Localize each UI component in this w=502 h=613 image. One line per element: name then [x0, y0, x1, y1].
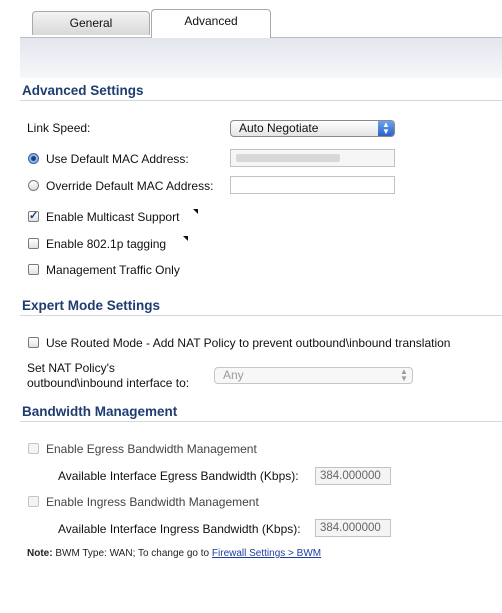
tagging-label: Enable 802.1p tagging: [46, 237, 167, 251]
link-speed-label: Link Speed:: [27, 121, 91, 135]
section-divider: [20, 421, 502, 422]
nat-policy-label-line1: Set NAT Policy's: [27, 361, 115, 375]
multicast-label: Enable Multicast Support: [46, 210, 180, 224]
advanced-settings-title: Advanced Settings: [22, 83, 144, 98]
tab-general[interactable]: General: [32, 11, 150, 35]
select-arrows-icon: ▲ ▼: [378, 121, 394, 136]
tagging-tooltip-icon[interactable]: [183, 236, 188, 241]
expert-mode-title: Expert Mode Settings: [22, 298, 161, 313]
link-speed-value: Auto Negotiate: [239, 121, 319, 135]
select-arrows-icon: ▲ ▼: [400, 367, 408, 383]
nat-policy-value: Any: [223, 368, 244, 382]
use-default-mac-label: Use Default MAC Address:: [46, 152, 189, 166]
default-mac-field: [230, 149, 395, 167]
section-divider: [20, 315, 502, 316]
ingress-bw-input[interactable]: 384.000000: [315, 519, 391, 537]
override-mac-radio[interactable]: [28, 180, 39, 191]
egress-checkbox[interactable]: [28, 443, 39, 454]
bandwidth-title: Bandwidth Management: [22, 404, 178, 419]
override-mac-label: Override Default MAC Address:: [46, 179, 214, 193]
note-text: BWM Type: WAN; To change go to: [52, 548, 212, 559]
mgmt-only-label: Management Traffic Only: [46, 263, 180, 277]
tab-strip-background: [20, 37, 502, 78]
mgmt-only-checkbox[interactable]: [28, 264, 39, 275]
multicast-checkbox[interactable]: ✓: [28, 211, 39, 222]
ingress-label: Enable Ingress Bandwidth Management: [46, 495, 259, 509]
tab-advanced[interactable]: Advanced: [151, 9, 271, 38]
default-mac-value-redacted: [236, 154, 340, 162]
egress-label: Enable Egress Bandwidth Management: [46, 442, 257, 456]
routed-mode-label: Use Routed Mode - Add NAT Policy to prev…: [46, 336, 451, 350]
link-speed-select[interactable]: Auto Negotiate ▲ ▼: [230, 120, 395, 137]
nat-policy-select[interactable]: Any ▲ ▼: [214, 367, 413, 384]
use-default-mac-radio[interactable]: [28, 153, 39, 164]
ingress-checkbox[interactable]: [28, 496, 39, 507]
nat-policy-label: Set NAT Policy's outbound\inbound interf…: [27, 361, 189, 391]
bwm-note: Note: BWM Type: WAN; To change go to Fir…: [27, 548, 321, 559]
firewall-bwm-link[interactable]: Firewall Settings > BWM: [212, 548, 321, 559]
multicast-tooltip-icon[interactable]: [193, 209, 198, 214]
ingress-bw-label: Available Interface Ingress Bandwidth (K…: [58, 522, 301, 536]
override-mac-input[interactable]: [230, 176, 395, 194]
egress-bw-label: Available Interface Egress Bandwidth (Kb…: [58, 469, 299, 483]
section-divider: [20, 100, 502, 101]
nat-policy-label-line2: outbound\inbound interface to:: [27, 376, 190, 390]
tab-bar: General Advanced: [0, 0, 502, 78]
egress-bw-input[interactable]: 384.000000: [315, 467, 391, 485]
note-prefix: Note:: [27, 548, 53, 559]
tagging-checkbox[interactable]: [28, 238, 39, 249]
routed-mode-checkbox[interactable]: [28, 337, 39, 348]
